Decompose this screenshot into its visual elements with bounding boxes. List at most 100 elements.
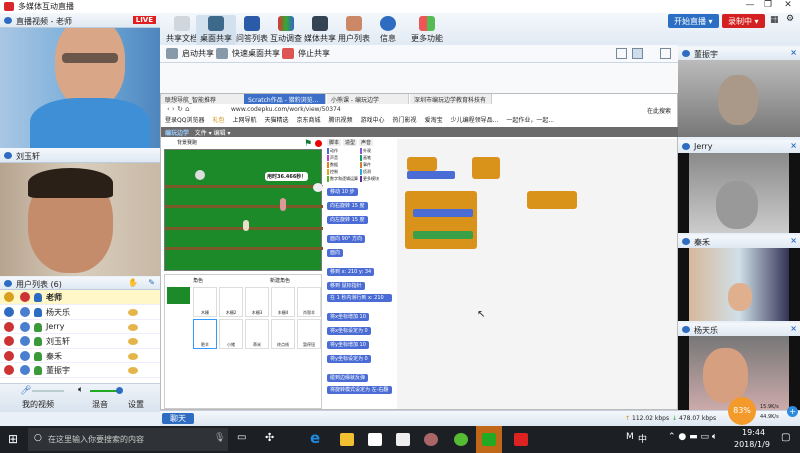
bookmark[interactable]: 京东商城 <box>297 115 321 125</box>
motion-block[interactable]: 将旋转模式设定为 左-右翻转 <box>327 386 392 401</box>
motion-block[interactable]: 面向 <box>327 249 344 257</box>
motion-block[interactable]: 将y坐标增加 10 <box>327 341 369 349</box>
sprite-thumbnail[interactable]: 木栅3 <box>245 287 269 317</box>
user-row[interactable]: 杨天乐 <box>0 305 160 320</box>
user-row[interactable]: Jerry <box>0 320 160 334</box>
mic-off-icon[interactable] <box>4 321 14 332</box>
motion-block[interactable]: 向左旋转 15 度 <box>327 216 368 224</box>
sprite-thumbnail[interactable]: 终点线 <box>271 319 295 349</box>
browser-tab[interactable]: 小熊课 - 编玩边学 <box>327 94 409 104</box>
tool-info[interactable]: 信息 <box>368 15 408 45</box>
mic-off-icon[interactable] <box>4 350 14 361</box>
motion-block[interactable]: 面向 90° 方向 <box>327 235 366 243</box>
camera-icon[interactable] <box>20 336 30 346</box>
block-category[interactable]: 控制 <box>327 169 359 175</box>
backdrop-thumbnail[interactable] <box>167 287 190 304</box>
start-share-button[interactable]: 启动共享 <box>166 48 214 59</box>
bookmark[interactable]: 爱淘宝 <box>425 115 443 125</box>
block-category[interactable]: 动作 <box>327 148 359 154</box>
sprite-thumbnail[interactable]: 木栅4 <box>271 287 295 317</box>
chat-icon[interactable] <box>128 309 138 316</box>
browser-tab-active[interactable]: Scratch作品 - 猎豹浏览... <box>244 94 326 104</box>
store-icon[interactable] <box>368 433 382 446</box>
notification-icon[interactable]: ▢ <box>781 432 790 443</box>
bookmark[interactable]: 登录QQ浏览器 <box>165 115 204 125</box>
green-flag-icon[interactable]: ⚑ <box>304 139 312 149</box>
manage-icon[interactable]: ✎ <box>148 278 155 287</box>
user-row[interactable]: 老师 <box>0 290 160 305</box>
block-category[interactable]: 外观 <box>360 148 392 154</box>
settings-button[interactable]: 设置 <box>128 399 144 410</box>
block-category[interactable]: 数据 <box>327 162 359 168</box>
chat-icon[interactable] <box>128 352 138 360</box>
hand-icon[interactable]: ✋ <box>128 278 138 287</box>
sprite-thumbnail[interactable]: 肖恩羊 <box>297 287 321 317</box>
nav-buttons[interactable]: ‹ › ↻ ⌂ <box>167 105 190 113</box>
actual-size-icon[interactable] <box>632 48 643 59</box>
mic-off-icon[interactable] <box>4 336 14 346</box>
browser-app-icon[interactable] <box>454 433 468 446</box>
motion-block[interactable]: 移到 x: 210 y: 34 <box>327 268 375 276</box>
close-icon[interactable]: × <box>790 324 797 333</box>
browser-tab[interactable]: 深圳市编玩边学教育科技有限... <box>410 94 492 104</box>
camera-icon[interactable] <box>20 292 30 302</box>
sprite-thumbnail[interactable]: 木栅 <box>193 287 217 317</box>
close-icon[interactable]: × <box>790 48 797 57</box>
sprite-thumbnail[interactable]: 木栅2 <box>219 287 243 317</box>
script-area[interactable]: ↖ <box>397 139 677 409</box>
stop-icon[interactable] <box>315 140 322 147</box>
restore-button[interactable]: ❐ <box>758 0 778 13</box>
file-explorer-icon[interactable] <box>340 433 354 446</box>
chat-icon[interactable] <box>128 367 138 374</box>
motion-block[interactable]: 向右旋转 15 度 <box>327 202 368 210</box>
cpu-usage-badge[interactable]: 83% <box>728 397 756 425</box>
motion-block[interactable]: 将x坐标增加 10 <box>327 313 369 321</box>
user-row[interactable]: 刘玉轩 <box>0 334 160 349</box>
camera-icon[interactable] <box>20 321 30 332</box>
windows-start-icon[interactable]: ⊞ <box>8 432 18 446</box>
gear-icon[interactable]: ⚙ <box>786 14 794 24</box>
camera-icon[interactable] <box>20 307 30 317</box>
plus-icon[interactable]: + <box>787 406 798 417</box>
clock-time[interactable]: 19:44 <box>742 428 765 437</box>
camera-icon[interactable] <box>20 350 30 361</box>
sprite-thumbnail[interactable]: 蒂米 <box>245 319 269 349</box>
start-live-button[interactable]: 开始直播 ▾ <box>668 14 719 28</box>
motion-block[interactable]: 碰到边缘就反弹 <box>327 374 369 382</box>
bookmark[interactable]: 礼包 <box>212 115 224 125</box>
block-category[interactable]: 画笔 <box>360 155 392 161</box>
browser-tab[interactable]: 联想导航_智能推荐 <box>161 94 251 104</box>
edge-icon[interactable]: e <box>310 429 320 447</box>
motion-block[interactable]: 移动 10 步 <box>327 188 358 196</box>
close-icon[interactable]: × <box>790 236 797 245</box>
motion-block[interactable]: 移到 鼠标指针 <box>327 282 365 290</box>
chat-icon[interactable] <box>128 338 138 345</box>
block-category[interactable]: 数字和逻辑运算 <box>327 176 359 182</box>
fit-icon[interactable] <box>616 48 627 59</box>
camera-icon[interactable] <box>20 365 30 375</box>
game-icon[interactable] <box>424 433 438 446</box>
tool-more[interactable]: 更多功能 <box>404 15 450 45</box>
stop-share-button[interactable]: 停止共享 <box>282 48 330 59</box>
url-bar[interactable]: www.codepku.com/work/view/50374 <box>231 106 341 113</box>
sprite-thumbnail[interactable]: 小猪 <box>219 319 243 349</box>
task-view-icon[interactable]: ▭ <box>237 432 246 443</box>
bookmark[interactable]: 热门影视 <box>393 115 417 125</box>
bookmark[interactable]: 上网导航 <box>232 115 256 125</box>
tab-sounds[interactable]: 声音 <box>359 139 374 146</box>
ime-mode[interactable]: 中 <box>638 432 647 445</box>
tray-icons[interactable]: ⌃ ● ▬ ▭ 🔈︎ <box>668 432 717 442</box>
close-button[interactable]: ✕ <box>778 0 798 13</box>
quick-share-button[interactable]: 快速桌面共享 <box>216 48 280 59</box>
close-icon[interactable]: × <box>790 141 797 150</box>
mic-icon[interactable] <box>4 307 14 317</box>
bookmark[interactable]: 腾讯视频 <box>329 115 353 125</box>
taskbar-search[interactable]: ○ 在这里输入你要搜索的内容 🎙︎ <box>28 428 228 451</box>
bookmark[interactable]: 一起作业，一起... <box>506 115 554 125</box>
fan-app-icon[interactable]: ✣ <box>265 431 274 444</box>
mic-volume-slider[interactable] <box>32 390 64 392</box>
mic-off-icon[interactable] <box>4 365 14 375</box>
bookmark[interactable]: 游戏中心 <box>361 115 385 125</box>
block-category[interactable]: 事件 <box>360 162 392 168</box>
fullscreen-icon[interactable] <box>660 48 671 59</box>
